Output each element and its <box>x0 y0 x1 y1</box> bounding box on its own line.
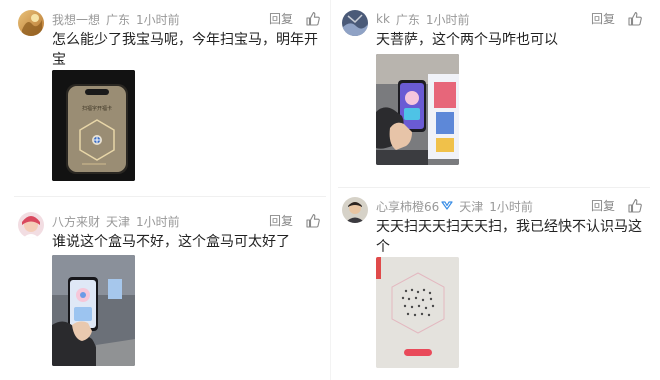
time-label: 1小时前 <box>136 12 180 27</box>
reply-button[interactable]: 回复 <box>269 10 293 28</box>
thumbs-up-icon[interactable] <box>305 11 321 27</box>
thumbs-up-icon[interactable] <box>305 213 321 229</box>
avatar[interactable] <box>342 197 368 223</box>
comment-item: 心享柿橙66 天津 1小时前 回复 天天扫天天扫天天扫，我已经快不认识马这个 字… <box>342 197 650 377</box>
time-label: 1小时前 <box>136 214 180 229</box>
region-label: 广东 <box>106 12 131 27</box>
avatar[interactable] <box>18 10 44 36</box>
comment-text-line: 天天扫天天扫天天扫，我已经快不认识马这个 <box>376 219 642 255</box>
username[interactable]: 八方来财 <box>52 213 100 230</box>
comment-divider <box>338 187 650 188</box>
reply-button[interactable]: 回复 <box>591 10 615 28</box>
comment-photo[interactable] <box>376 54 459 165</box>
region-label: 天津 <box>106 214 131 229</box>
time-label: 1小时前 <box>425 12 470 27</box>
region-label: 天津 <box>459 199 484 214</box>
comment-text: 谁说这个盒马不好，这个盒马可太好了 <box>52 232 290 252</box>
column-divider <box>330 0 331 380</box>
comment-text-line: 怎么能少了我宝马呢，今年扫宝马，明年开宝 <box>52 32 318 68</box>
comment-item: 我想一想 广东 1小时前 回复 怎么能少了我宝马呢，今年扫宝马，明年开宝 马！ … <box>18 10 326 190</box>
comment-item: kk 广东 1小时前 回复 天菩萨，这个两个马咋也可以 <box>342 10 650 180</box>
comment-header: kk 广东 1小时前 <box>376 10 470 28</box>
username[interactable]: 心享柿橙66 <box>376 198 439 215</box>
comment-photo[interactable]: 扫福字开福卡 <box>52 70 135 181</box>
comment-text-line: 谁说这个盒马不好，这个盒马可太好了 <box>52 234 290 250</box>
comment-text: 天菩萨，这个两个马咋也可以 <box>376 30 558 50</box>
comment-divider <box>14 196 326 197</box>
avatar[interactable] <box>342 10 368 36</box>
verified-badge-icon <box>441 200 453 213</box>
region-label: 广东 <box>395 12 420 27</box>
thumbs-up-icon[interactable] <box>627 198 643 214</box>
photo-caption: 扫福字开福卡 <box>82 105 112 112</box>
comment-item: 八方来财 天津 1小时前 回复 谁说这个盒马不好，这个盒马可太好了 <box>18 212 326 372</box>
thumbs-up-icon[interactable] <box>627 11 643 27</box>
username[interactable]: 我想一想 <box>52 11 100 28</box>
comment-header: 心享柿橙66 天津 1小时前 <box>376 197 533 215</box>
comment-text-line: 天菩萨，这个两个马咋也可以 <box>376 32 558 48</box>
comment-photo[interactable] <box>52 255 135 366</box>
comment-header: 我想一想 广东 1小时前 <box>52 10 180 28</box>
comment-photo[interactable] <box>376 257 459 368</box>
reply-button[interactable]: 回复 <box>269 212 293 230</box>
username[interactable]: kk <box>376 12 390 26</box>
time-label: 1小时前 <box>489 199 533 214</box>
avatar[interactable] <box>18 212 44 238</box>
comment-header: 八方来财 天津 1小时前 <box>52 212 180 230</box>
reply-button[interactable]: 回复 <box>591 197 615 215</box>
